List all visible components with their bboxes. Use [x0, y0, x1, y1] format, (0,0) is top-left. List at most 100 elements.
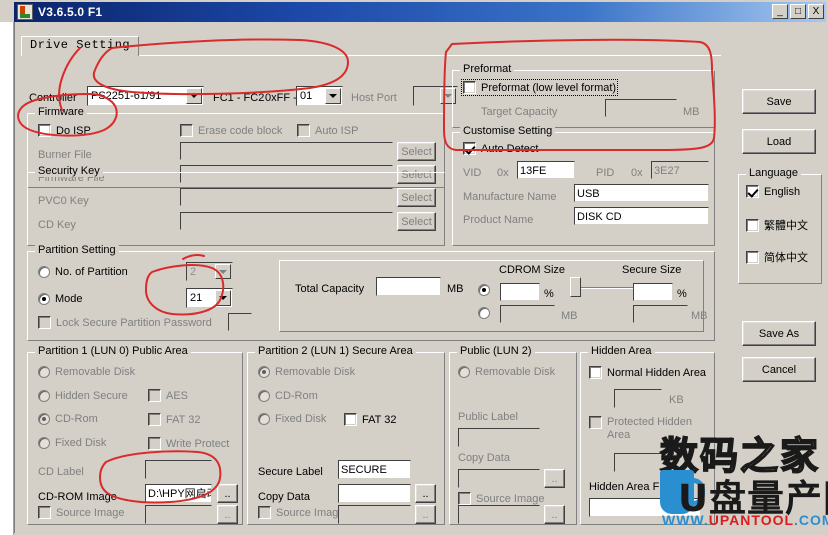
- radio-dot: [258, 366, 270, 378]
- checkbox-box: [148, 413, 161, 426]
- minimize-button[interactable]: _: [772, 4, 788, 19]
- p2-cd-rom-radio[interactable]: CD-Rom: [258, 390, 318, 402]
- lock-secure-partition-input[interactable]: [228, 313, 252, 331]
- fc-value-combo[interactable]: 01: [296, 86, 343, 106]
- chevron-down-icon[interactable]: [186, 88, 202, 104]
- mode-combo[interactable]: 21: [186, 288, 233, 308]
- chevron-down-icon[interactable]: [215, 264, 231, 279]
- protected-hidden-area-input[interactable]: [614, 453, 662, 472]
- p2-removable-disk-radio[interactable]: Removable Disk: [258, 366, 355, 378]
- public-source-image-input[interactable]: [458, 505, 540, 524]
- p1-removable-disk-radio[interactable]: Removable Disk: [38, 366, 135, 378]
- vid-input[interactable]: 13FE: [517, 161, 575, 179]
- normal-hidden-area-input[interactable]: [614, 389, 662, 408]
- cd-key-input[interactable]: [180, 212, 393, 230]
- customise-setting-group-label: Customise Setting: [460, 125, 555, 137]
- p1-cdrom-image-input[interactable]: D:\HPY网启动: [145, 484, 212, 503]
- p1-source-image-checkbox[interactable]: Source Image: [38, 506, 124, 519]
- desktop-left-edge: [0, 22, 14, 535]
- burner-file-select-button[interactable]: Select: [397, 142, 436, 161]
- p2-fat32-checkbox[interactable]: FAT 32: [344, 413, 396, 426]
- chevron-down-icon[interactable]: [215, 290, 231, 306]
- size-percent-radio[interactable]: [478, 284, 495, 296]
- p2-source-image-input[interactable]: [338, 505, 411, 524]
- language-english-checkbox[interactable]: English: [746, 185, 800, 198]
- pid-input[interactable]: 3E27: [651, 161, 709, 179]
- burner-file-input[interactable]: [180, 142, 393, 160]
- do-isp-checkbox[interactable]: Do ISP: [38, 124, 91, 137]
- p2-copy-data-browse-button[interactable]: ..: [415, 484, 436, 503]
- preformat-checkbox-label: Preformat (low level format): [481, 82, 616, 94]
- p2-fixed-disk-radio[interactable]: Fixed Disk: [258, 413, 326, 425]
- product-name-input[interactable]: DISK CD: [574, 207, 709, 225]
- radio-dot: [478, 307, 490, 319]
- secure-size-slider-thumb[interactable]: [570, 277, 581, 297]
- manufacture-name-input[interactable]: USB: [574, 184, 709, 202]
- target-capacity-unit: MB: [683, 106, 700, 118]
- p1-cd-rom-radio[interactable]: CD-Rom: [38, 413, 98, 425]
- checkbox-box: [148, 437, 161, 450]
- p2-source-image-checkbox[interactable]: Source Image: [258, 506, 344, 519]
- p1-aes-checkbox[interactable]: AES: [148, 389, 188, 402]
- mode-radio[interactable]: Mode: [38, 293, 83, 305]
- language-simplified-chinese-checkbox[interactable]: 简体中文: [746, 249, 808, 265]
- no-of-partition-radio[interactable]: No. of Partition: [38, 266, 128, 278]
- public-lun2-group-label: Public (LUN 2): [457, 345, 535, 357]
- p1-fat32-checkbox[interactable]: FAT 32: [148, 413, 200, 426]
- p2-source-image-browse-button[interactable]: ..: [415, 505, 436, 524]
- normal-hidden-area-checkbox[interactable]: Normal Hidden Area: [589, 366, 706, 379]
- secure-size-mb-input[interactable]: [633, 305, 688, 323]
- maximize-button[interactable]: □: [790, 4, 806, 19]
- no-of-partition-combo[interactable]: 2: [186, 262, 233, 281]
- secure-size-percent-unit: %: [677, 288, 687, 300]
- p1-source-image-input[interactable]: [145, 505, 212, 524]
- pvc0-key-input[interactable]: [180, 188, 393, 206]
- controller-combo[interactable]: PS2251-61/91: [87, 86, 204, 106]
- load-button[interactable]: Load: [742, 129, 816, 154]
- chevron-down-icon[interactable]: [325, 88, 341, 104]
- cd-key-select-button[interactable]: Select: [397, 212, 436, 231]
- watermark-cup-icon: [660, 470, 694, 514]
- p1-fixed-disk-radio[interactable]: Fixed Disk: [38, 437, 106, 449]
- checkbox-box: [746, 219, 759, 232]
- cdrom-size-percent-input[interactable]: [500, 283, 540, 301]
- close-button[interactable]: X: [808, 4, 824, 19]
- checkbox-box: [180, 124, 193, 137]
- customise-setting-group: Customise Setting Auto Detect VID 0x 13F…: [452, 132, 715, 246]
- public-copy-data-browse-button[interactable]: ..: [544, 469, 565, 488]
- tab-drive-setting[interactable]: Drive Setting: [21, 36, 139, 56]
- checkbox-box: [746, 251, 759, 264]
- checkbox-box: [38, 316, 51, 329]
- lock-secure-partition-checkbox[interactable]: Lock Secure Partition Password: [38, 316, 212, 329]
- secure-size-percent-input[interactable]: [633, 283, 673, 301]
- cancel-button[interactable]: Cancel: [742, 357, 816, 382]
- public-copy-data-input[interactable]: [458, 469, 540, 488]
- preformat-checkbox[interactable]: Preformat (low level format): [463, 81, 616, 94]
- auto-isp-checkbox[interactable]: Auto ISP: [297, 124, 358, 137]
- p1-write-protect-checkbox[interactable]: Write Protect: [148, 437, 229, 450]
- protected-hidden-area-checkbox[interactable]: Protected Hidden Area: [589, 416, 692, 442]
- public-label-input[interactable]: [458, 428, 540, 447]
- capacity-subgroup: Total Capacity MB CDROM Size Secure Size…: [279, 260, 704, 332]
- save-as-button[interactable]: Save As: [742, 321, 816, 346]
- public-source-image-browse-button[interactable]: ..: [544, 505, 565, 524]
- auto-detect-checkbox[interactable]: Auto Detect: [463, 142, 538, 155]
- p2-copy-data-input[interactable]: [338, 484, 411, 503]
- p1-source-image-label: Source Image: [56, 507, 124, 519]
- p1-cd-label-input[interactable]: [145, 460, 212, 479]
- p1-cdrom-image-browse-button[interactable]: ..: [217, 484, 238, 503]
- cdrom-size-mb-input[interactable]: [500, 305, 555, 323]
- language-traditional-chinese-checkbox[interactable]: 繁體中文: [746, 217, 808, 233]
- target-capacity-input[interactable]: [605, 99, 677, 117]
- pvc0-key-select-button[interactable]: Select: [397, 188, 436, 207]
- public-removable-disk-radio[interactable]: Removable Disk: [458, 366, 555, 378]
- erase-code-block-checkbox[interactable]: Erase code block: [180, 124, 282, 137]
- size-mb-radio[interactable]: [478, 307, 495, 319]
- no-of-partition-label: No. of Partition: [55, 266, 128, 278]
- p1-source-image-browse-button[interactable]: ..: [217, 505, 238, 524]
- public-source-image-checkbox[interactable]: Source Image: [458, 492, 544, 505]
- p2-secure-label-input[interactable]: SECURE: [338, 460, 411, 479]
- p1-hidden-secure-radio[interactable]: Hidden Secure: [38, 390, 128, 402]
- save-button[interactable]: Save: [742, 89, 816, 114]
- total-capacity-input[interactable]: [376, 277, 441, 296]
